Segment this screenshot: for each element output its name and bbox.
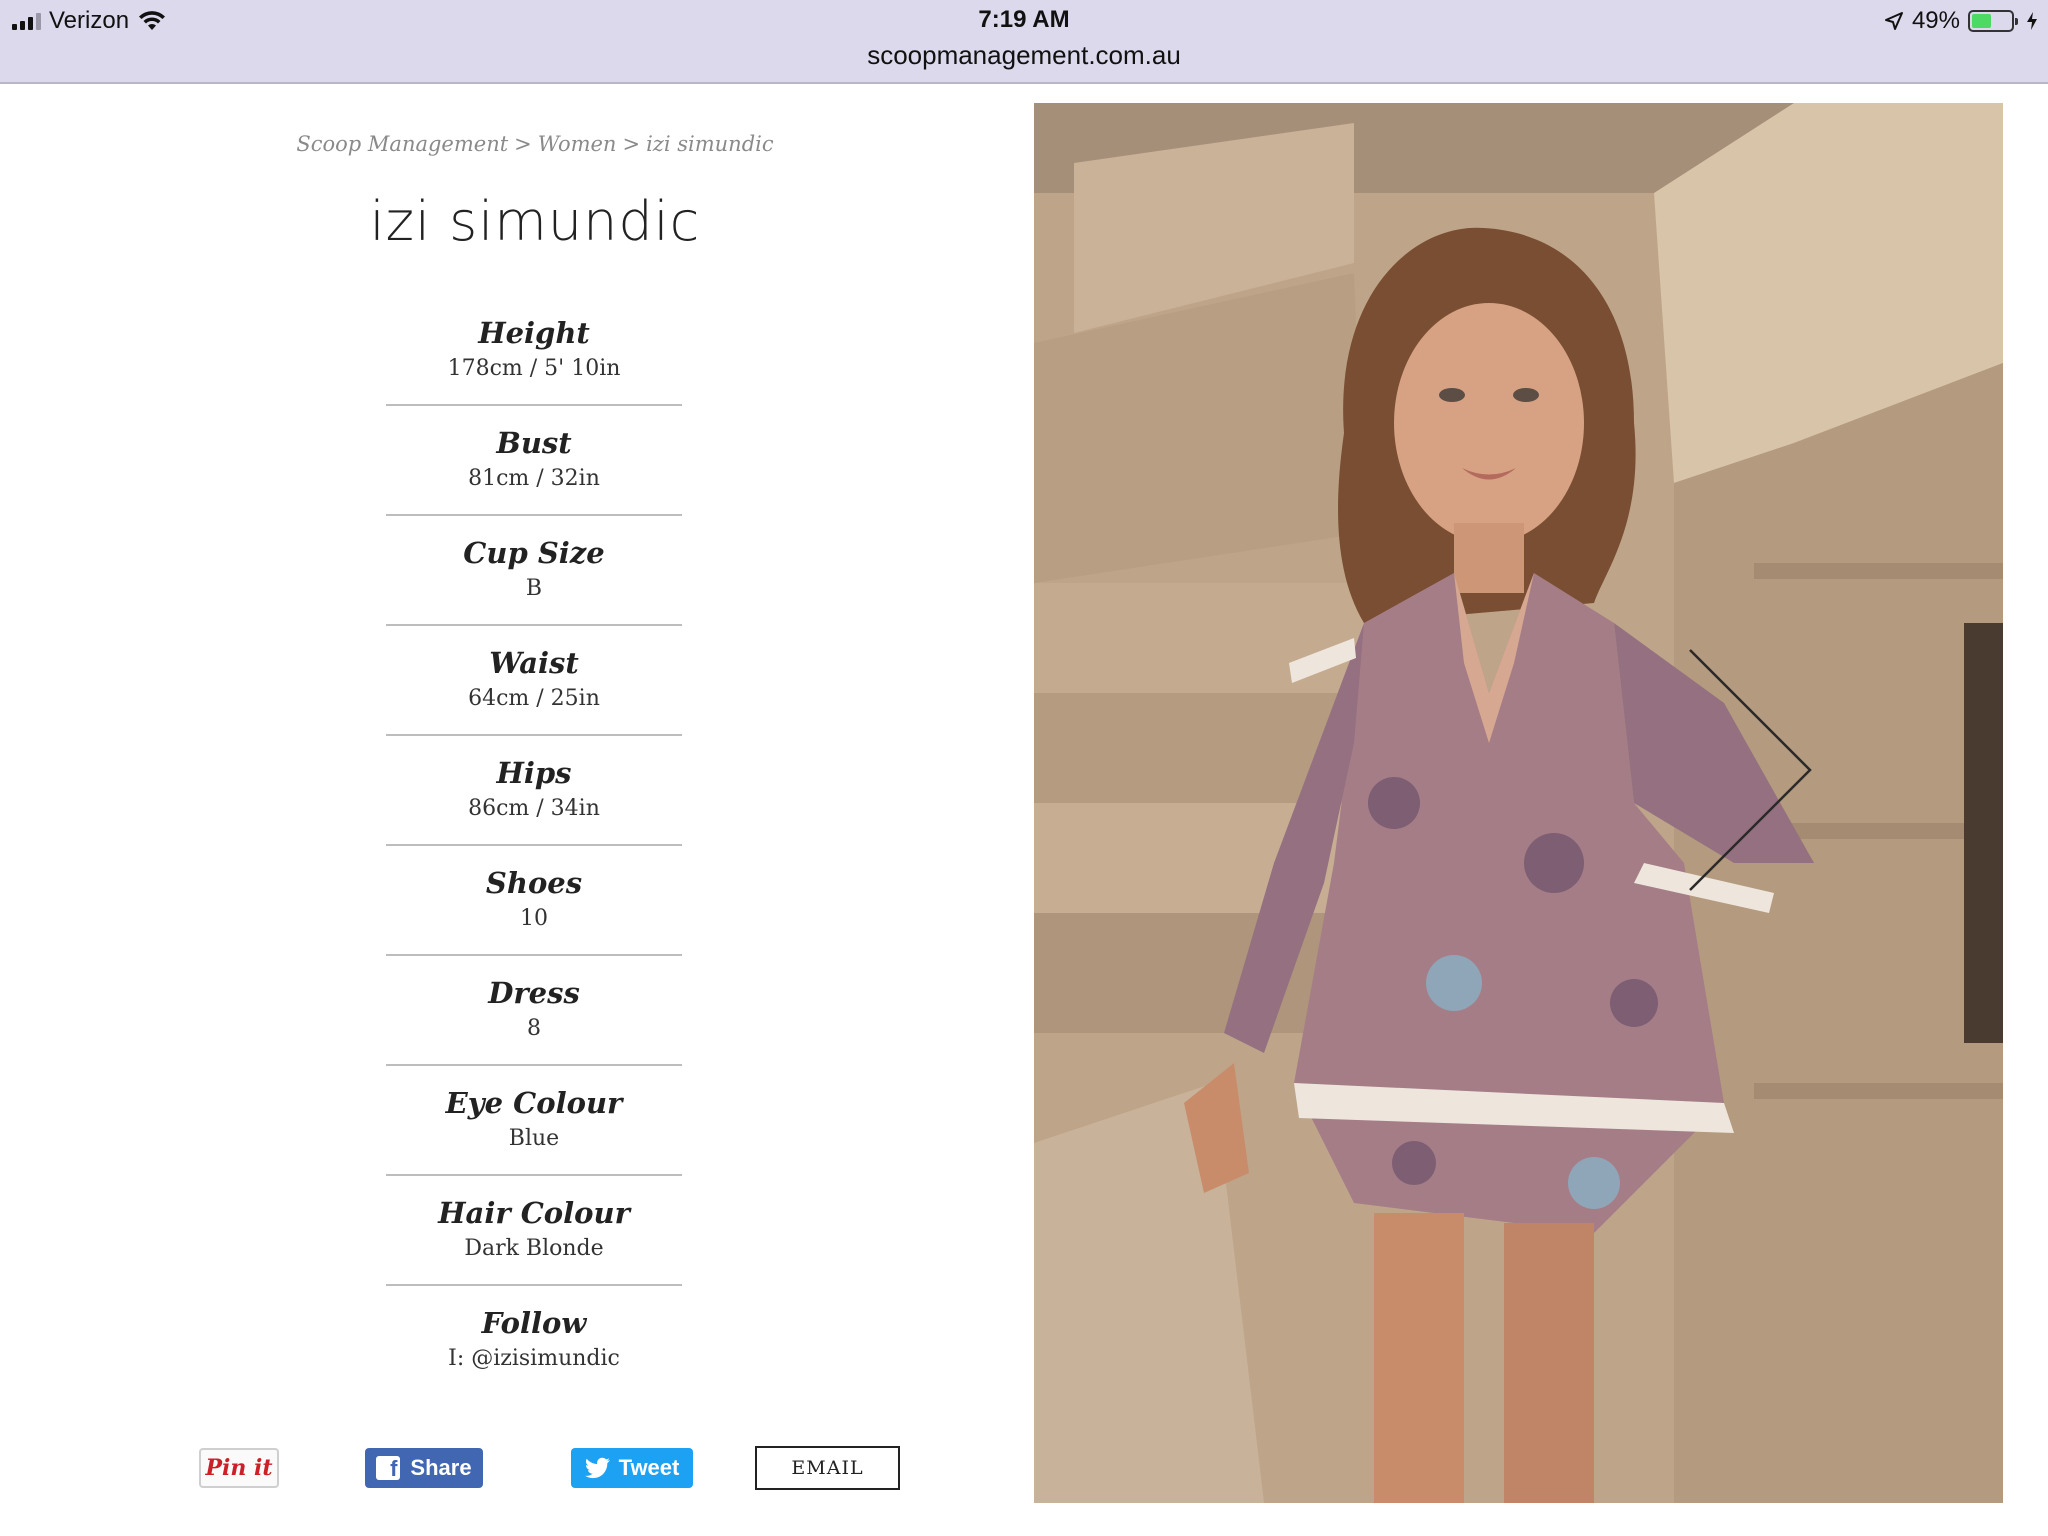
- facebook-icon: f: [376, 1456, 401, 1480]
- battery-percent: 49%: [1911, 7, 1960, 34]
- twitter-tweet-button[interactable]: Tweet: [571, 1448, 693, 1488]
- instagram-handle-link[interactable]: I: @izisimundic: [386, 1342, 682, 1376]
- stat-label: Height: [478, 316, 590, 350]
- breadcrumb-item-home[interactable]: Scoop Management: [296, 132, 508, 156]
- stat-value: 64cm / 25in: [468, 686, 600, 711]
- stat-cup-size: Cup Size B: [386, 516, 682, 626]
- breadcrumb-item-women[interactable]: Women: [538, 132, 617, 156]
- stat-label: Hips: [496, 756, 572, 790]
- browser-top-bar: Verizon 7:19 AM scoopmanagement.com.au 4…: [0, 0, 2048, 84]
- model-photo: [1034, 103, 2003, 1503]
- breadcrumb-separator: >: [622, 132, 641, 156]
- stat-value: 10: [520, 906, 548, 931]
- breadcrumb-separator: >: [514, 132, 532, 156]
- stat-shoes: Shoes 10: [386, 846, 682, 956]
- share-buttons: Pin it f Share Tweet EMAIL: [0, 1446, 1000, 1490]
- stat-eye-colour: Eye Colour Blue: [386, 1066, 682, 1176]
- stat-value: 178cm / 5' 10in: [447, 356, 621, 381]
- email-share-button[interactable]: EMAIL: [755, 1446, 900, 1490]
- tweet-label: Tweet: [618, 1455, 680, 1480]
- facebook-share-label: Share: [410, 1455, 472, 1480]
- stat-value: Dark Blonde: [464, 1236, 604, 1261]
- pinterest-pin-button[interactable]: Pin it: [199, 1448, 279, 1488]
- breadcrumb: Scoop Management > Women > izi simundic: [0, 132, 1070, 156]
- stat-value: 81cm / 32in: [468, 466, 600, 491]
- breadcrumb-item-current: izi simundic: [646, 132, 774, 156]
- stat-label: Dress: [488, 976, 580, 1010]
- stat-label: Cup Size: [463, 536, 605, 570]
- page-title: izi simundic: [369, 190, 701, 253]
- stat-label: Bust: [496, 426, 572, 460]
- status-time: 7:19 AM: [978, 6, 1070, 33]
- stat-value: B: [525, 576, 543, 601]
- stat-label: Eye Colour: [445, 1086, 623, 1120]
- status-right-group: 49%: [1884, 6, 2038, 36]
- stat-dress: Dress 8: [386, 956, 682, 1066]
- stat-value: Blue: [508, 1126, 560, 1151]
- charging-bolt-icon: [2027, 12, 2037, 30]
- stat-bust: Bust 81cm / 32in: [386, 406, 682, 516]
- stat-value: 8: [527, 1016, 541, 1041]
- battery-icon: [1968, 10, 2018, 32]
- model-stats-list: Height 178cm / 5' 10in Bust 81cm / 32in …: [386, 296, 682, 1396]
- stat-hair-colour: Hair Colour Dark Blonde: [386, 1176, 682, 1286]
- stat-waist: Waist 64cm / 25in: [386, 626, 682, 736]
- battery-fill: [1972, 14, 1991, 28]
- stat-label: Waist: [489, 646, 579, 680]
- stat-label: Follow: [481, 1306, 587, 1340]
- stat-height: Height 178cm / 5' 10in: [386, 296, 682, 406]
- facebook-share-button[interactable]: f Share: [365, 1448, 483, 1488]
- carousel-next-arrow-icon[interactable]: [1680, 640, 1820, 900]
- stat-label: Hair Colour: [438, 1196, 630, 1230]
- stat-follow: Follow I: @izisimundic: [386, 1286, 682, 1396]
- stat-value: 86cm / 34in: [468, 796, 600, 821]
- address-bar-url[interactable]: scoopmanagement.com.au: [0, 40, 2048, 71]
- model-photo-illustration: [1034, 103, 2003, 1503]
- stat-hips: Hips 86cm / 34in: [386, 736, 682, 846]
- twitter-bird-icon: [584, 1457, 610, 1479]
- location-arrow-icon: [1884, 12, 1903, 30]
- stat-label: Shoes: [485, 866, 583, 900]
